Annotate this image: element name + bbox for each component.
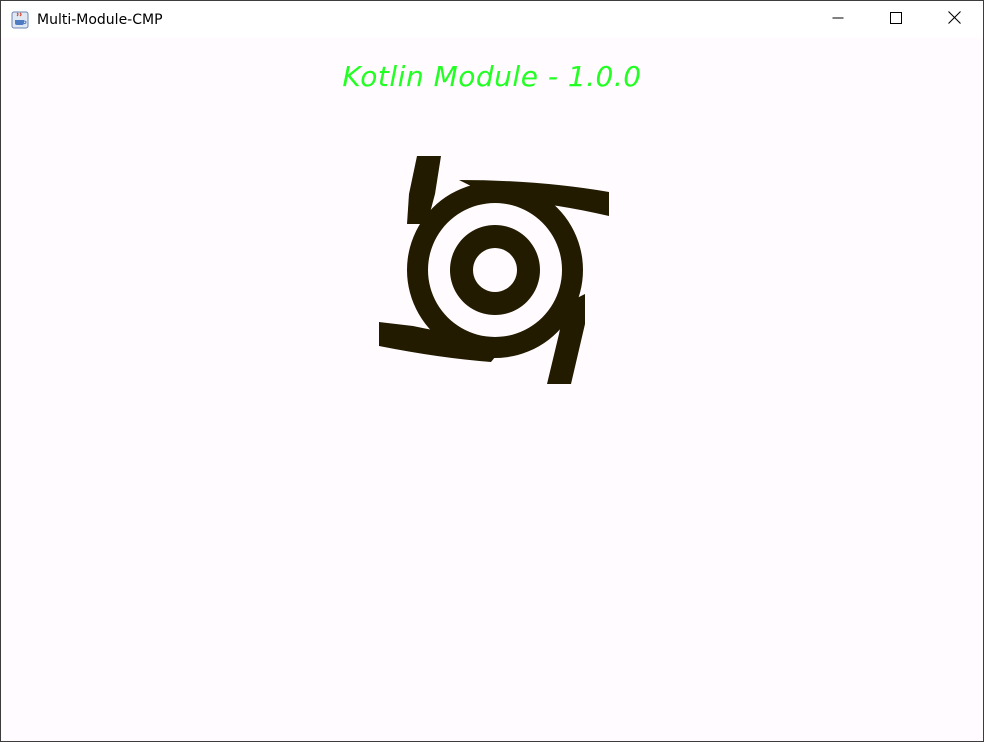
maximize-button[interactable] [867,1,925,38]
app-window: Multi-Module-CMP Kotlin Module - 1.0.0 [0,0,984,742]
module-headline: Kotlin Module - 1.0.0 [342,60,642,93]
close-button[interactable] [925,1,983,38]
minimize-icon [832,11,844,29]
window-controls [809,1,983,38]
main-content: Kotlin Module - 1.0.0 [1,38,983,741]
maximize-icon [890,11,902,29]
java-app-icon[interactable] [10,10,30,30]
close-icon [947,10,961,29]
minimize-button[interactable] [809,1,867,38]
title-bar[interactable]: Multi-Module-CMP [1,1,983,38]
window-title: Multi-Module-CMP [37,11,163,28]
swirl-logo-icon [379,154,611,386]
